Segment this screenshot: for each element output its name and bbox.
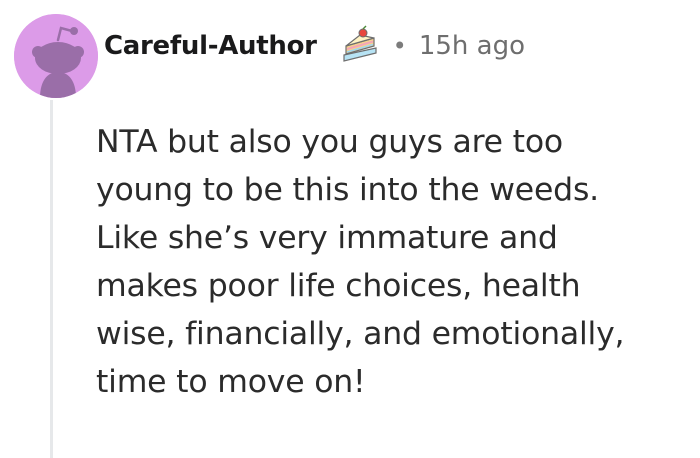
comment-body-line: wise, financially, and emotionally, xyxy=(96,316,625,352)
comment-body-line: makes poor life choices, health xyxy=(96,268,581,304)
comment-header: Careful-Author • 15h ago xyxy=(104,24,525,68)
timestamp[interactable]: 15h ago xyxy=(419,31,525,61)
author-username[interactable]: Careful-Author xyxy=(104,31,317,61)
comment: Careful-Author • 15h ago NTA but also yo… xyxy=(0,0,700,458)
cake-icon xyxy=(339,25,381,67)
comment-body-line: NTA but also you guys are too xyxy=(96,124,563,160)
comment-body-line: young to be this into the weeds. xyxy=(96,172,599,208)
comment-body-line: time to move on! xyxy=(96,364,366,400)
comment-body-line: Like she’s very immature and xyxy=(96,220,558,256)
comment-body: NTA but also you guys are too young to b… xyxy=(96,118,696,406)
thread-line[interactable] xyxy=(50,100,53,458)
separator-dot: • xyxy=(392,32,407,60)
snoo-avatar-icon[interactable] xyxy=(14,14,98,98)
